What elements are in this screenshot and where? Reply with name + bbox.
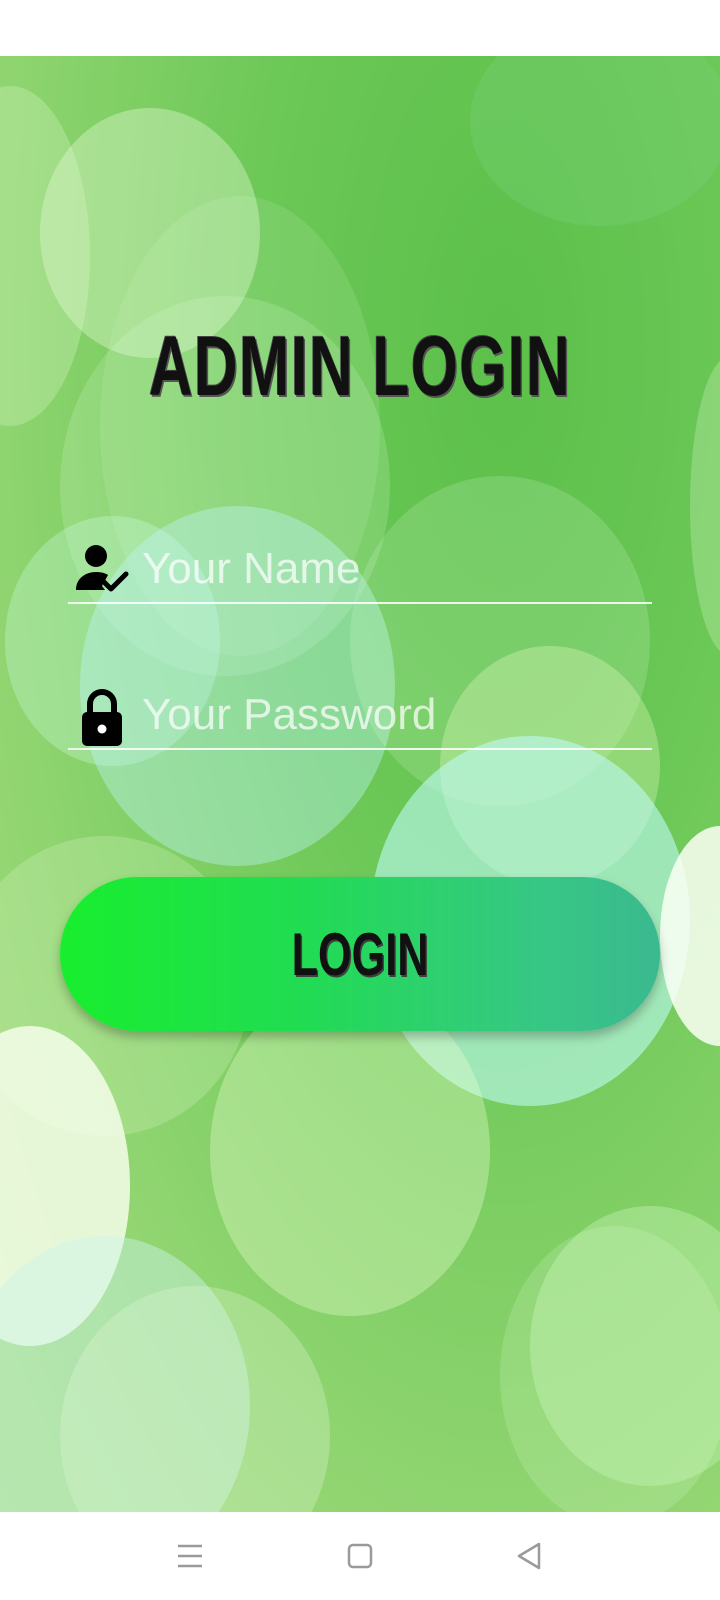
login-button-label: LOGIN — [291, 920, 429, 988]
app-background — [0, 56, 720, 1512]
home-icon[interactable] — [336, 1532, 384, 1580]
page-title: ADMIN LOGIN — [148, 319, 572, 413]
menu-icon[interactable] — [166, 1532, 214, 1580]
back-icon[interactable] — [506, 1532, 554, 1580]
login-button[interactable]: LOGIN — [60, 877, 660, 1031]
name-field[interactable] — [68, 538, 652, 604]
navigation-bar — [0, 1512, 720, 1600]
bokeh-circle — [690, 356, 720, 656]
bokeh-circle — [0, 86, 90, 426]
name-input[interactable] — [140, 538, 644, 600]
bokeh-circle — [500, 1226, 720, 1512]
bokeh-circle — [470, 56, 720, 226]
status-bar — [0, 0, 720, 56]
bokeh-circle — [210, 986, 490, 1316]
password-field[interactable] — [68, 684, 652, 750]
lock-icon — [74, 688, 130, 746]
password-input[interactable] — [140, 684, 644, 746]
person-check-icon — [74, 542, 130, 598]
